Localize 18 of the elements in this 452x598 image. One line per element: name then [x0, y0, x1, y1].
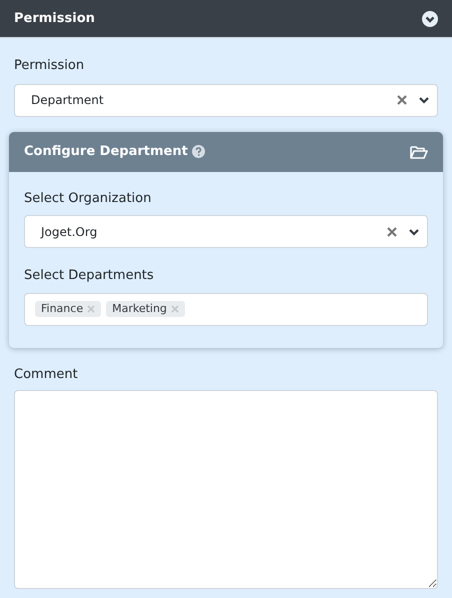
- select-field[interactable]: Joget.Org: [24, 215, 428, 248]
- field-label: Select Departments: [24, 267, 155, 285]
- chevron-down-icon[interactable]: [419, 96, 429, 104]
- field-label: Select Organization: [24, 190, 152, 208]
- comment-field[interactable]: [14, 390, 438, 589]
- panel-header: Permission: [0, 0, 452, 38]
- select-field[interactable]: Department: [14, 84, 438, 116]
- chevron-down-icon[interactable]: [422, 10, 438, 26]
- chevron-down-icon[interactable]: [409, 228, 419, 236]
- tag: Finance: [35, 301, 102, 317]
- card-header: Configure Department: [9, 132, 443, 172]
- clear-icon[interactable]: [387, 226, 397, 236]
- help-icon[interactable]: [192, 145, 205, 158]
- field-label: Comment: [14, 366, 79, 384]
- clear-icon[interactable]: [397, 95, 407, 105]
- field-label: Permission: [14, 57, 86, 75]
- folder-icon[interactable]: [410, 144, 428, 158]
- tag: Marketing: [106, 301, 185, 317]
